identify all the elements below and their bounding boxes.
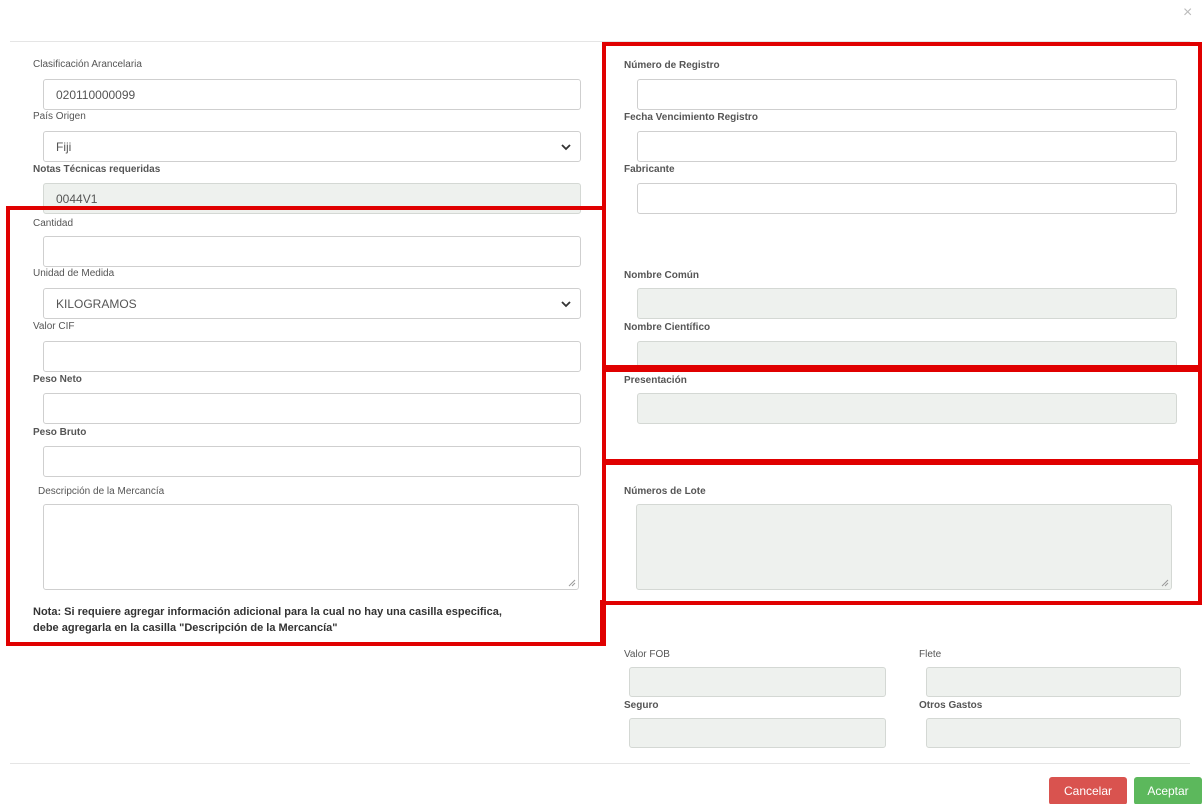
valor-cif-label: Valor CIF [33,321,75,332]
nombre-cientifico-label: Nombre Científico [624,322,711,333]
pais-origen-label: País Origen [33,111,86,122]
nombre-comun-input [637,288,1177,319]
clasificacion-label: Clasificación Arancelaria [33,59,142,70]
numero-registro-input[interactable] [637,79,1177,110]
flete-label: Flete [919,649,942,660]
otros-gastos-input [926,718,1181,748]
notas-tecnicas-value: 0044V1 [56,191,98,206]
seguro-input [629,718,886,748]
resize-grip-icon[interactable] [1161,579,1169,587]
chevron-down-icon [561,301,571,308]
clasificacion-input[interactable]: 020110000099 [43,79,581,110]
cancel-button[interactable]: Cancelar [1049,777,1127,804]
chevron-down-icon [561,144,571,151]
pais-origen-select[interactable]: Fiji [43,131,581,162]
unidad-medida-value: KILOGRAMOS [56,296,137,311]
note-line-1: Nota: Si requiere agregar información ad… [33,606,502,618]
close-icon[interactable]: × [1183,4,1192,22]
highlight-box [600,600,606,646]
otros-gastos-label: Otros Gastos [919,700,983,711]
peso-neto-input[interactable] [43,393,581,424]
notas-tecnicas-label: Notas Técnicas requeridas [33,164,161,175]
seguro-label: Seguro [624,700,659,711]
pais-origen-value: Fiji [56,139,72,154]
presentacion-input [637,393,1177,424]
valor-fob-label: Valor FOB [624,649,670,660]
numeros-lote-label: Números de Lote [624,486,706,497]
header-divider [10,41,1190,42]
nombre-comun-label: Nombre Común [624,270,699,281]
descripcion-label: Descripción de la Mercancía [38,486,165,497]
note-line-2: debe agregarla en la casilla "Descripció… [33,622,338,634]
fabricante-input[interactable] [637,183,1177,214]
cantidad-input[interactable] [43,236,581,267]
valor-cif-input[interactable] [43,341,581,372]
highlight-box [6,206,606,210]
flete-input [926,667,1181,697]
fabricante-label: Fabricante [624,164,675,175]
resize-grip-icon[interactable] [568,579,576,587]
accept-button[interactable]: Aceptar [1134,777,1202,804]
unidad-medida-select[interactable]: KILOGRAMOS [43,288,581,319]
valor-fob-input [629,667,886,697]
numeros-lote-textarea [636,504,1172,590]
peso-neto-label: Peso Neto [33,374,82,385]
numero-registro-label: Número de Registro [624,60,720,71]
cantidad-label: Cantidad [33,218,74,229]
peso-bruto-input[interactable] [43,446,581,477]
peso-bruto-label: Peso Bruto [33,427,87,438]
clasificacion-value: 020110000099 [56,87,136,102]
fecha-vencimiento-input[interactable] [637,131,1177,162]
unidad-medida-label: Unidad de Medida [33,268,115,279]
footer-divider [10,763,1190,764]
highlight-box [602,42,606,210]
fecha-vencimiento-label: Fecha Vencimiento Registro [624,112,758,123]
nombre-cientifico-input [637,341,1177,372]
presentacion-label: Presentación [624,375,687,386]
info-note: Nota: Si requiere agregar información ad… [33,604,593,636]
descripcion-textarea[interactable] [43,504,579,590]
